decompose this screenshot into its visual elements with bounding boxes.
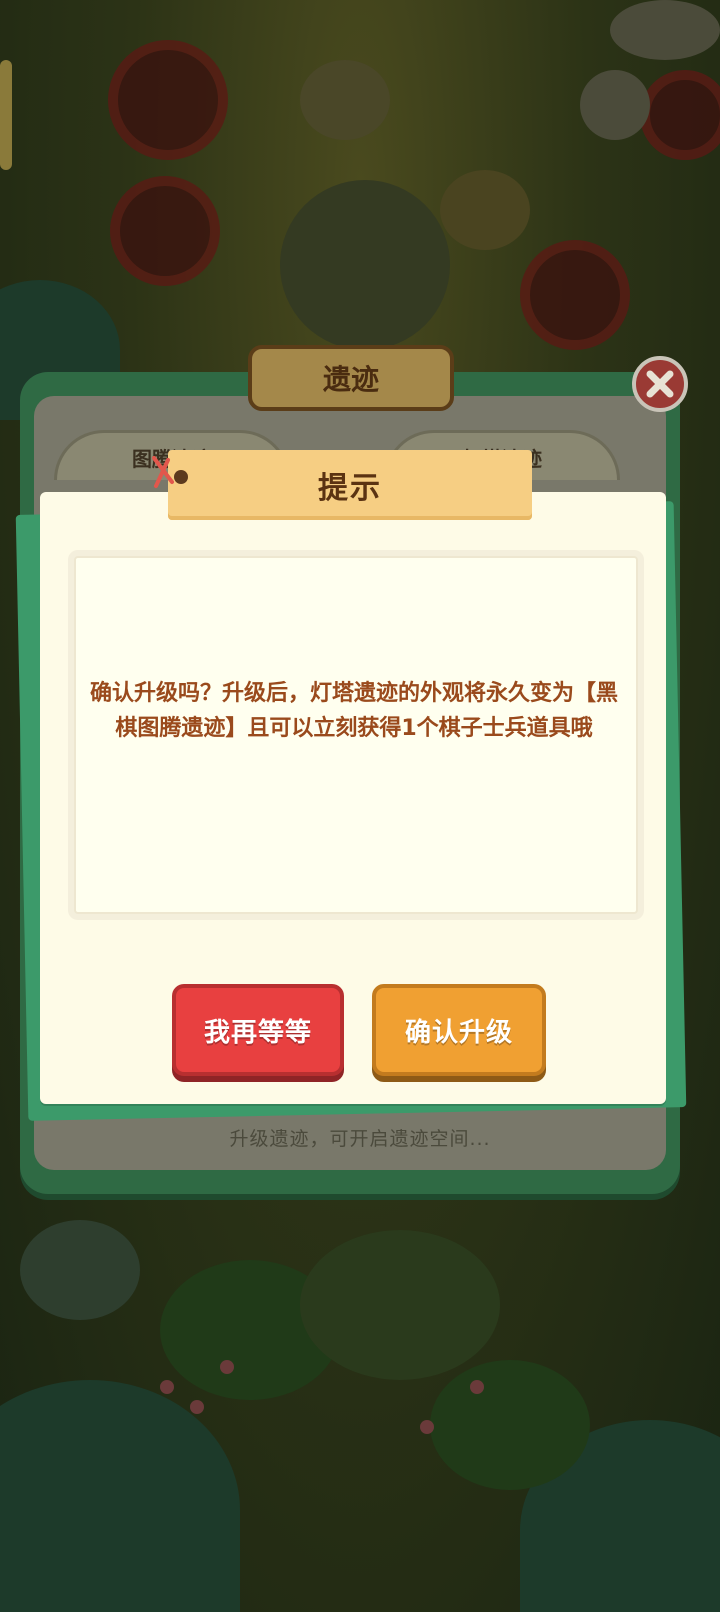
wait-button[interactable]: 我再等等: [172, 984, 344, 1076]
wait-button-label: 我再等等: [203, 1017, 312, 1048]
relic-panel-title: 遗迹: [248, 345, 454, 411]
confirm-upgrade-button[interactable]: 确认升级: [372, 984, 546, 1076]
dialog-title: 提示: [168, 450, 532, 520]
relic-panel-hint: 升级遗迹，可开启遗迹空间...: [229, 1128, 491, 1150]
pin-icon: [174, 470, 188, 484]
confirm-upgrade-label: 确认升级: [404, 1017, 513, 1048]
close-button[interactable]: [632, 356, 688, 412]
dialog-message: 确认升级吗？升级后，灯塔遗迹的外观将永久变为【黑棋图腾遗迹】且可以立刻获得1个棋…: [90, 681, 619, 741]
close-x-icon: [646, 370, 674, 398]
